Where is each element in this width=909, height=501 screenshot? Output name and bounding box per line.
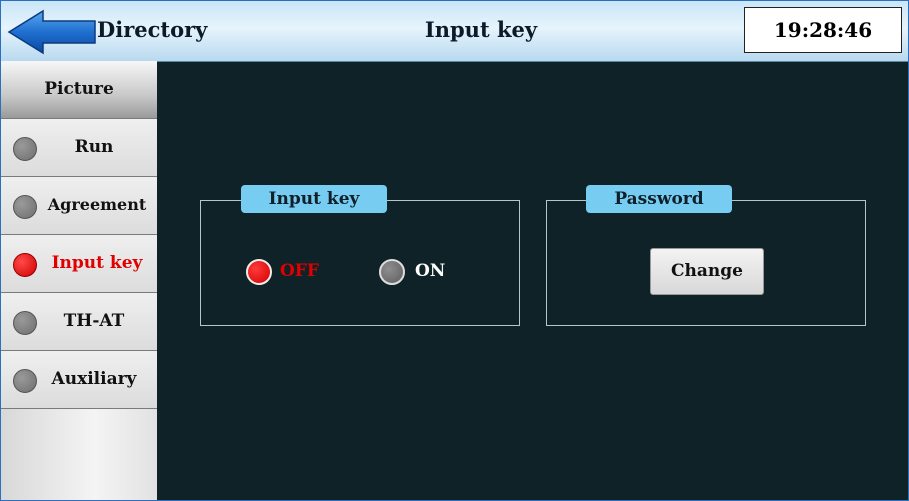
sidebar-item-agreement[interactable]: Agreement: [1, 177, 157, 235]
sidebar-item-auxiliary[interactable]: Auxiliary: [1, 351, 157, 409]
sidebar-item-label: Agreement: [47, 195, 147, 214]
status-indicator-icon: [13, 253, 37, 277]
sidebar-item-th-at[interactable]: TH-AT: [1, 293, 157, 351]
sidebar-item-label: Input key: [51, 253, 143, 273]
top-bar: Directory Input key 19:28:46: [1, 1, 908, 62]
change-password-button[interactable]: Change: [650, 248, 764, 295]
radio-label: OFF: [280, 261, 319, 281]
sidebar-item-label: TH-AT: [63, 311, 125, 331]
radio-unselected-icon: [379, 259, 405, 285]
input-key-on-radio[interactable]: ON: [379, 259, 459, 285]
radio-label: ON: [415, 261, 446, 281]
sidebar-item-run[interactable]: Run: [1, 119, 157, 177]
sidebar: Picture Run Agreement Input key TH-AT Au…: [1, 61, 157, 500]
input-key-panel-title: Input key: [241, 185, 387, 213]
input-key-off-radio[interactable]: OFF: [246, 259, 336, 285]
clock-display: 19:28:46: [744, 7, 902, 53]
sidebar-header-label: Picture: [44, 79, 114, 99]
password-panel-title: Password: [586, 185, 732, 213]
back-button[interactable]: [7, 9, 97, 55]
sidebar-item-label: Auxiliary: [51, 369, 137, 389]
sidebar-header-picture[interactable]: Picture: [1, 61, 157, 119]
sidebar-item-input-key[interactable]: Input key: [1, 235, 157, 293]
radio-selected-icon: [246, 259, 272, 285]
sidebar-item-label: Run: [74, 137, 114, 157]
back-arrow-icon: [7, 9, 96, 55]
page-title: Input key: [424, 17, 538, 42]
directory-label[interactable]: Directory: [97, 17, 207, 42]
status-indicator-icon: [13, 195, 37, 219]
hmi-screen: Directory Input key 19:28:46 Picture Run…: [0, 0, 909, 501]
